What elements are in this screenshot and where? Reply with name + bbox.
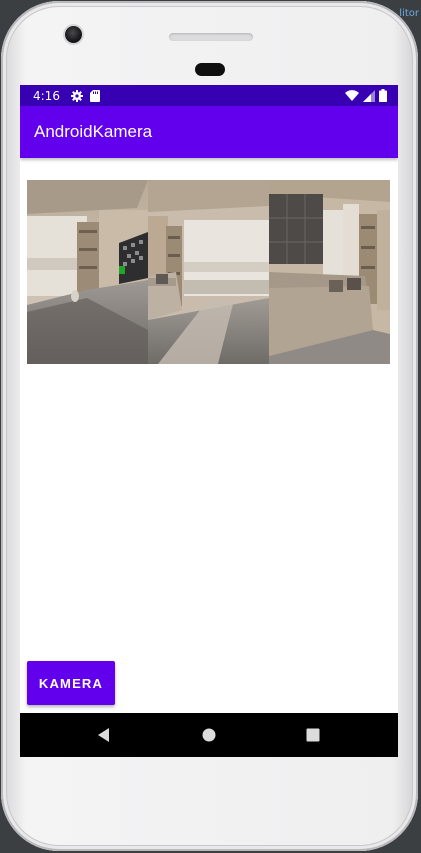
- navigation-bar: [20, 713, 398, 757]
- front-camera-lens: [65, 26, 82, 43]
- app-title: AndroidKamera: [34, 122, 153, 141]
- earpiece-speaker: [169, 33, 253, 41]
- gallery-photo-2[interactable]: [148, 180, 269, 364]
- home-icon[interactable]: [200, 726, 218, 744]
- image-gallery: [27, 180, 390, 364]
- battery-icon: [379, 89, 387, 102]
- gallery-photo-1[interactable]: [27, 180, 148, 364]
- sd-card-icon: [89, 89, 100, 102]
- gear-icon: [70, 89, 83, 102]
- device-screen: 4:16 AndroidKamera KAMERA: [20, 85, 398, 757]
- gallery-photo-3[interactable]: [269, 180, 390, 364]
- app-bar: AndroidKamera: [20, 106, 398, 158]
- recents-icon[interactable]: [304, 726, 322, 744]
- status-time: 4:16: [33, 88, 60, 103]
- status-bar: 4:16: [20, 85, 398, 106]
- wifi-icon: [345, 89, 359, 101]
- ide-editor-tab-fragment: litor: [399, 8, 419, 19]
- back-icon[interactable]: [95, 726, 113, 744]
- kamera-button[interactable]: KAMERA: [27, 661, 115, 705]
- signal-icon: [363, 89, 375, 102]
- proximity-sensor: [195, 63, 225, 76]
